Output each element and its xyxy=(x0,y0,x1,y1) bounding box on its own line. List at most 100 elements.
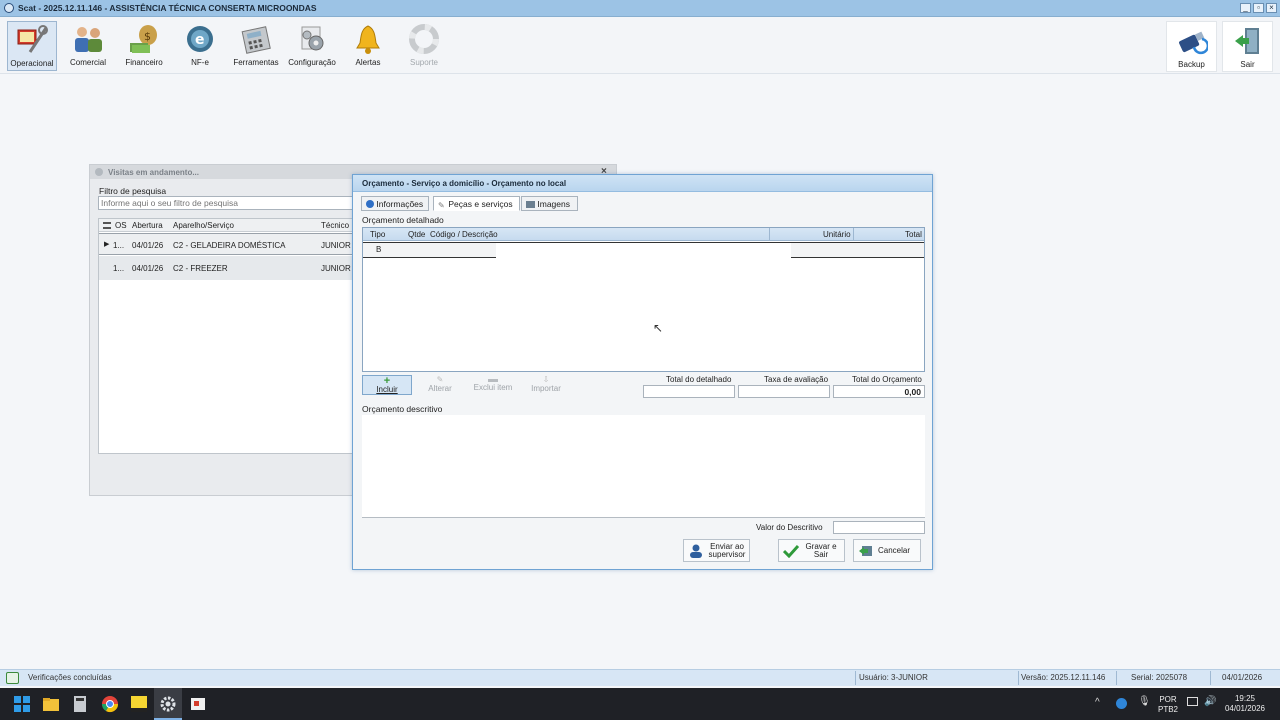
bell-icon xyxy=(352,23,384,55)
svg-text:$: $ xyxy=(144,30,151,43)
status-message: Verificações concluídas xyxy=(28,673,112,682)
cell-tecnico: JUNIOR xyxy=(321,241,351,250)
cell-aparelho: C2 - GELADEIRA DOMÉSTICA xyxy=(173,241,286,250)
table-row[interactable]: 1... 04/01/26 C2 - FREEZER JUNIOR xyxy=(99,256,353,280)
ribbon-operacional[interactable]: Operacional xyxy=(7,21,57,71)
cell-codigo-editor[interactable] xyxy=(496,243,791,258)
search-filter-input[interactable] xyxy=(98,196,360,210)
sticky-notes-icon[interactable] xyxy=(130,695,148,713)
cell-tecnico: JUNIOR xyxy=(321,264,351,273)
file-explorer-icon[interactable] xyxy=(42,695,60,713)
language-code: POR xyxy=(1159,695,1177,704)
gravar-sair-button[interactable]: Gravar e Sair xyxy=(778,539,845,562)
table-row[interactable]: B xyxy=(363,242,924,258)
ribbon-ferramentas-label: Ferramentas xyxy=(233,58,279,67)
close-icon[interactable]: × xyxy=(1266,3,1277,13)
settings-gear-icon[interactable] xyxy=(159,695,177,713)
filter-label: Filtro de pesquisa xyxy=(99,186,167,196)
cell-tipo: B xyxy=(376,245,382,254)
total-orcamento-label: Total do Orçamento xyxy=(852,375,922,384)
total-orcamento-field[interactable]: 0,00 xyxy=(833,385,925,398)
alterar-button[interactable]: ✎ Alterar xyxy=(415,375,465,395)
cancel-icon xyxy=(858,544,874,558)
ribbon-comercial-label: Comercial xyxy=(69,58,106,67)
ribbon-alertas[interactable]: Alertas xyxy=(343,21,393,71)
incluir-button[interactable]: + Incluir xyxy=(362,375,412,395)
minimize-icon[interactable]: _ xyxy=(1240,3,1251,13)
ribbon-backup[interactable]: Backup xyxy=(1166,21,1217,72)
keyboard-layout: PTB2 xyxy=(1158,705,1179,714)
col-tecnico[interactable]: Técnico xyxy=(321,221,349,230)
tab-informacoes-label: Informações xyxy=(376,199,424,209)
import-icon: ⇩ xyxy=(542,375,550,384)
section-descritivo-label: Orçamento descritivo xyxy=(362,404,443,414)
svg-text:e: e xyxy=(195,32,205,48)
col-tipo[interactable]: Tipo xyxy=(370,230,385,239)
people-icon xyxy=(72,23,104,55)
chrome-icon[interactable] xyxy=(101,695,119,713)
cancelar-button[interactable]: Cancelar xyxy=(853,539,921,562)
menu-icon[interactable] xyxy=(103,222,111,229)
total-detalhado-field[interactable] xyxy=(643,385,735,398)
orcamento-dialog: Orçamento - Serviço a domicílio - Orçame… xyxy=(352,174,933,570)
windows-start-icon[interactable] xyxy=(13,695,31,713)
ribbon-operacional-label: Operacional xyxy=(10,59,54,68)
scat-app-icon[interactable] xyxy=(189,695,207,713)
enviar-supervisor-label: Enviar ao supervisor xyxy=(706,543,748,559)
alterar-label: Alterar xyxy=(428,384,452,393)
ribbon-configuracao[interactable]: Configuração xyxy=(287,21,337,71)
enviar-supervisor-button[interactable]: Enviar ao supervisor xyxy=(683,539,750,562)
exclui-item-button[interactable]: Exclui item xyxy=(468,375,518,395)
valor-descritivo-label: Valor do Descritivo xyxy=(756,523,823,532)
col-aparelho[interactable]: Aparelho/Serviço xyxy=(173,221,234,230)
calculator-icon xyxy=(240,23,272,55)
tab-informacoes[interactable]: Informações xyxy=(361,196,429,211)
ribbon-sair[interactable]: Sair xyxy=(1222,21,1273,72)
chevron-up-icon[interactable]: ^ xyxy=(1095,697,1100,708)
globe-icon: e xyxy=(184,23,216,55)
tab-pecas-servicos[interactable]: ✎ Peças e serviços xyxy=(433,196,520,211)
col-os[interactable]: OS xyxy=(115,221,127,230)
ribbon-comercial[interactable]: Comercial xyxy=(63,21,113,71)
tab-imagens[interactable]: Imagens xyxy=(521,196,578,211)
ribbon-nfe-label: NF-e xyxy=(191,58,209,67)
ribbon-financeiro[interactable]: $ Financeiro xyxy=(119,21,169,71)
ribbon-financeiro-label: Financeiro xyxy=(125,58,163,67)
microphone-icon[interactable]: 🎙 xyxy=(1138,696,1151,707)
descritivo-textarea[interactable] xyxy=(362,415,925,518)
clock[interactable]: 19:25 04/01/2026 xyxy=(1222,694,1268,714)
visits-table-header: OS Abertura Aparelho/Serviço Técnico xyxy=(99,219,353,232)
exclui-item-label: Exclui item xyxy=(473,383,513,392)
clock-date: 04/01/2026 xyxy=(1224,704,1266,713)
clock-time: 19:25 xyxy=(1234,694,1256,703)
volume-icon[interactable]: 🔊 xyxy=(1204,696,1216,707)
tray-app-icon[interactable] xyxy=(1116,698,1127,709)
user-icon xyxy=(688,544,704,558)
valor-descritivo-field[interactable] xyxy=(833,521,925,534)
maximize-icon[interactable]: ▫ xyxy=(1253,3,1264,13)
col-codigo[interactable]: Código / Descrição xyxy=(430,230,498,239)
ribbon-ferramentas[interactable]: Ferramentas xyxy=(231,21,281,71)
ribbon-suporte-label: Suporte xyxy=(409,58,439,67)
col-total[interactable]: Total xyxy=(905,230,922,239)
windows-taskbar: ^ 🎙 POR PTB2 🔊 19:25 04/01/2026 xyxy=(0,688,1280,720)
calculator-app-icon[interactable] xyxy=(71,695,89,713)
col-unitario[interactable]: Unitário xyxy=(823,230,851,239)
language-indicator[interactable]: POR PTB2 xyxy=(1158,695,1178,715)
importar-button[interactable]: ⇩ Importar xyxy=(521,375,571,395)
ribbon-suporte[interactable]: Suporte xyxy=(399,21,449,71)
network-icon[interactable] xyxy=(1187,697,1198,706)
usb-drive-icon xyxy=(1176,25,1209,57)
table-row[interactable]: ▶ 1... 04/01/26 C2 - GELADEIRA DOMÉSTICA… xyxy=(99,233,353,255)
cell-abertura: 04/01/26 xyxy=(132,264,164,273)
col-abertura[interactable]: Abertura xyxy=(132,221,163,230)
col-qtde[interactable]: Qtde xyxy=(408,230,425,239)
enviar-supervisor-line2: supervisor xyxy=(708,550,746,559)
incluir-label: Incluir xyxy=(376,385,398,394)
cell-aparelho: C2 - FREEZER xyxy=(173,264,228,273)
status-versao: Versão: 2025.12.11.146 xyxy=(1021,673,1106,682)
ribbon-nfe[interactable]: e NF-e xyxy=(175,21,225,71)
taxa-avaliacao-field[interactable] xyxy=(738,385,830,398)
items-grid[interactable]: Tipo Qtde Código / Descrição Unitário To… xyxy=(362,227,925,372)
total-detalhado-label: Total do detalhado xyxy=(666,375,732,384)
